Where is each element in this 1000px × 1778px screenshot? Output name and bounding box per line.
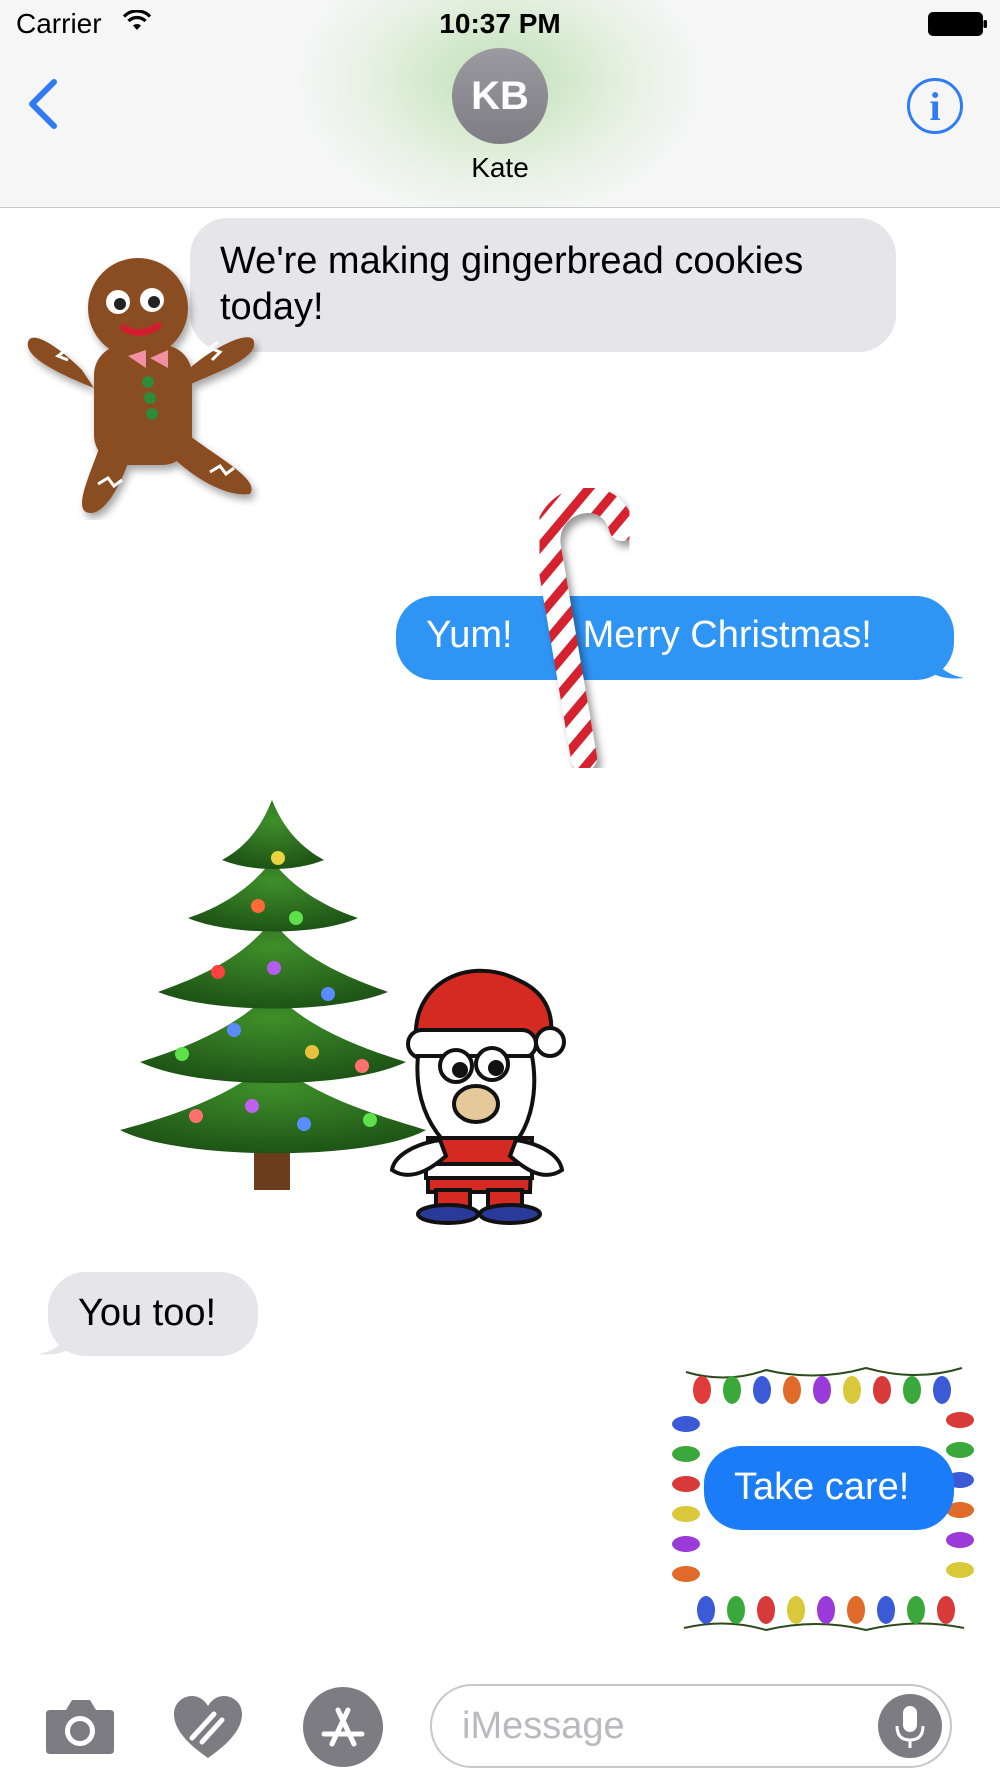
contact-name[interactable]: Kate [0,152,1000,184]
bubble-tail [38,1322,72,1355]
info-icon[interactable]: i [907,78,963,134]
message-text: We're making gingerbread cookies today! [220,240,804,328]
message-input[interactable] [462,1700,862,1752]
message-text: Take care! [734,1466,910,1508]
incoming-message-bubble[interactable]: We're making gingerbread cookies today! [190,218,896,352]
app-store-icon[interactable] [302,1686,384,1768]
outgoing-message-bubble[interactable]: Yum! Merry Christmas! [396,596,954,680]
message-text-left: Yum! [426,614,513,656]
imessage-field[interactable] [430,1684,952,1768]
microphone-icon[interactable] [878,1694,942,1758]
outgoing-message-bubble[interactable]: Take care! [704,1446,954,1530]
gingerbread-man-sticker[interactable] [22,250,262,520]
incoming-message-bubble[interactable]: You too! [48,1272,258,1356]
camera-icon[interactable] [44,1698,116,1754]
candy-cane-sticker[interactable] [526,488,646,768]
bubble-tail [930,646,964,679]
status-time: 10:37 PM [439,8,561,39]
contact-avatar[interactable]: KB [452,48,548,144]
chevron-left-icon[interactable] [24,76,64,132]
santa-sticker[interactable] [382,960,612,1230]
battery-icon [928,12,987,36]
heart-touch-icon[interactable] [172,1694,244,1760]
message-text: You too! [78,1292,217,1334]
status-bar: Carrier 10:37 PM [0,0,1000,48]
